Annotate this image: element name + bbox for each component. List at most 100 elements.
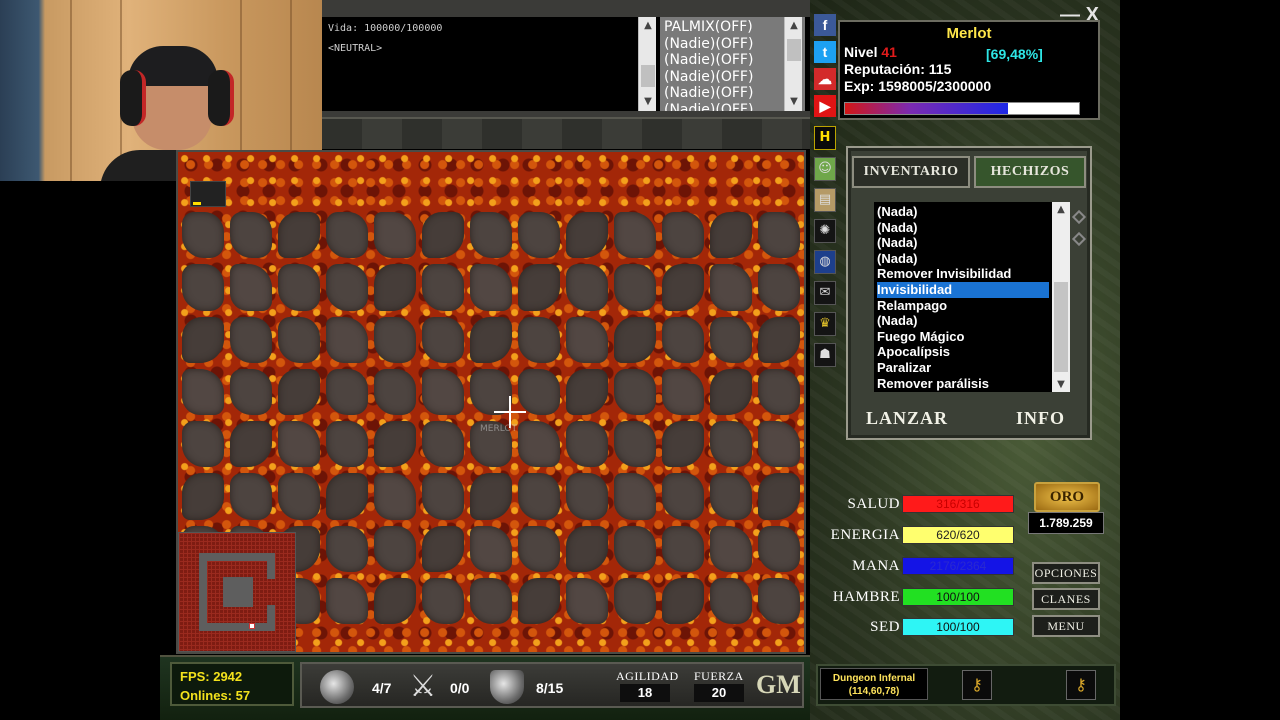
spell-item[interactable]: (Nada) [877, 220, 1049, 236]
equipment-stats-bar: 4/7 ⚔ 0/0 8/15 AGILIDAD 18 FUERZA 20 [300, 662, 804, 708]
spell-item[interactable]: Fuego Mágico [877, 329, 1049, 345]
experience-bar-fill [845, 103, 1008, 114]
key-icon[interactable]: ⚷ [1066, 670, 1096, 700]
scroll-down-icon[interactable]: ▼ [639, 93, 657, 111]
h-toggle-icon[interactable]: H [814, 126, 836, 150]
energy-bar: 620/620 [902, 526, 1014, 544]
hunger-label: HAMBRE [832, 589, 900, 605]
tab-spells[interactable]: HECHIZOS [974, 156, 1086, 188]
agility-label: AGILIDAD [616, 669, 679, 683]
user-item[interactable]: PALMIX(OFF) [664, 19, 801, 36]
agility-value: 18 [620, 684, 670, 702]
user-item[interactable]: (Nadie)(OFF) [664, 85, 801, 102]
scroll-thumb[interactable] [641, 65, 655, 87]
user-item[interactable]: (Nadie)(OFF) [664, 102, 801, 111]
console-scrollbar[interactable]: ▲ ▼ [638, 17, 656, 111]
minimap[interactable] [178, 532, 296, 652]
cast-button[interactable]: LANZAR [866, 408, 948, 429]
left-margin [0, 181, 160, 720]
player-name-label: MERLOT [480, 424, 517, 434]
gold-amount: 1.789.259 [1028, 512, 1104, 534]
thirst-bar: 100/100 [902, 618, 1014, 636]
book-icon[interactable]: ▤ [814, 188, 836, 212]
experience-bar [844, 102, 1080, 115]
headphone-left [120, 70, 146, 126]
online-counter: Onlines: 57 [180, 688, 251, 703]
scroll-up-icon[interactable]: ▲ [1052, 204, 1070, 215]
map-coords: (114,60,78) [848, 686, 900, 697]
location-box: Dungeon Infernal (114,60,78) [820, 668, 928, 700]
experience: Exp: 1598005/2300000 [844, 78, 992, 94]
ghost-icon[interactable]: ☗ [814, 343, 836, 367]
health-label: SALUD [847, 496, 900, 512]
right-margin [1120, 0, 1280, 720]
spell-item[interactable]: (Nada) [877, 204, 1049, 220]
spell-item[interactable]: (Nada) [877, 235, 1049, 251]
helmet-icon [320, 670, 354, 704]
user-item[interactable]: (Nadie)(OFF) [664, 69, 801, 86]
spiral-icon[interactable]: ✺ [814, 219, 836, 243]
top-stone-strip [322, 117, 810, 149]
spell-item[interactable]: (Nada) [877, 313, 1049, 329]
spell-item[interactable]: Relampago [877, 298, 1049, 314]
reputation: Reputación: 115 [844, 61, 952, 77]
scroll-up-icon[interactable]: ▲ [785, 17, 803, 35]
youtube-icon[interactable]: ▶ [814, 95, 836, 117]
twitter-icon[interactable]: t [814, 41, 836, 63]
scroll-down-icon[interactable]: ▼ [785, 93, 803, 111]
spell-item[interactable]: Paralizar [877, 360, 1049, 376]
info-button[interactable]: INFO [1016, 408, 1065, 429]
minimap-player-marker [249, 623, 255, 629]
scroll-thumb[interactable] [787, 39, 801, 61]
spell-item[interactable]: Apocalípsis [877, 344, 1049, 360]
user-item[interactable]: (Nadie)(OFF) [664, 52, 801, 69]
facebook-icon[interactable]: f [814, 14, 836, 36]
fps-panel: FPS: 2942 Onlines: 57 [170, 662, 294, 706]
character-icon[interactable]: ☺ [814, 157, 836, 181]
clans-button[interactable]: CLANES [1032, 588, 1100, 610]
spell-item[interactable]: Remover Invisibilidad [877, 266, 1049, 282]
health-bar: 316/316 [902, 495, 1014, 513]
move-spell-up-icon[interactable] [1071, 209, 1087, 225]
spell-item[interactable]: Remover parálisis [877, 376, 1049, 392]
scroll-up-icon[interactable]: ▲ [639, 17, 657, 35]
scroll-down-icon[interactable]: ▼ [1052, 379, 1070, 390]
globe-icon[interactable]: ◍ [814, 250, 836, 274]
energy-label: ENERGIA [830, 527, 900, 543]
headphone-right [208, 70, 234, 126]
level-percent: [69,48%] [986, 46, 1043, 62]
options-button[interactable]: OPCIONES [1032, 562, 1100, 584]
character-info: Merlot Nivel 41 [69,48%] Reputación: 115… [838, 20, 1100, 120]
chat-icon[interactable]: ☁ [814, 68, 836, 90]
level-label: Nivel [844, 44, 878, 60]
thirst-label: SED [870, 619, 900, 635]
crossed-swords-icon: ⚔ [409, 669, 437, 704]
spell-scrollbar[interactable]: ▲ ▼ [1052, 202, 1070, 392]
tab-inventory[interactable]: INVENTARIO [852, 156, 970, 188]
hunger-bar: 100/100 [902, 588, 1014, 606]
character-name: Merlot [946, 25, 992, 42]
spells-panel: INVENTARIO HECHIZOS (Nada) (Nada) (Nada) (N… [846, 146, 1092, 440]
map-name: Dungeon Infernal [832, 673, 916, 684]
mail-icon[interactable]: ✉ [814, 281, 836, 305]
gold-button[interactable]: ORO [1034, 482, 1100, 512]
menu-button[interactable]: MENU [1032, 615, 1100, 637]
trophy-icon[interactable]: ♛ [814, 312, 836, 336]
strength-label: FUERZA [694, 669, 744, 683]
users-scrollbar[interactable]: ▲ ▼ [784, 17, 802, 111]
player-portrait [190, 181, 226, 207]
spell-item[interactable]: (Nada) [877, 251, 1049, 267]
player-hp-marker [193, 202, 201, 205]
strength-value: 20 [694, 684, 744, 702]
console-area: Vida: 100000/100000 <NEUTRAL> ▲ ▼ PALMIX… [322, 0, 960, 117]
key-icon[interactable]: ⚷ [962, 670, 992, 700]
level-value: 41 [881, 44, 897, 60]
scroll-thumb[interactable] [1054, 282, 1068, 372]
spell-list[interactable]: (Nada) (Nada) (Nada) (Nada) Remover Invisibi… [874, 202, 1052, 392]
user-item[interactable]: (Nadie)(OFF) [664, 36, 801, 53]
spell-item[interactable]: Invisibilidad [877, 281, 1049, 298]
move-spell-down-icon[interactable] [1071, 231, 1087, 247]
defense-value: 4/7 [372, 680, 392, 696]
gm-badge: GM [756, 670, 801, 699]
mana-label: MANA [852, 558, 900, 574]
